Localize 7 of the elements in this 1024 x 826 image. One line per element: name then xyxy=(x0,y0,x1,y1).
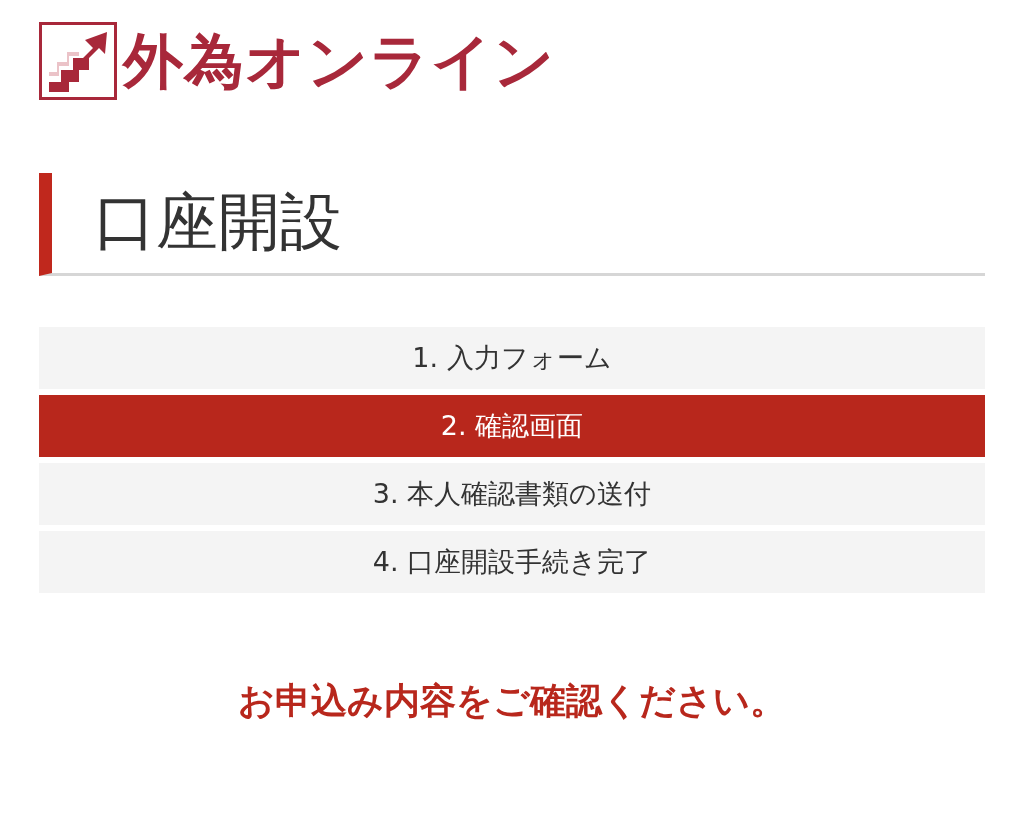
step-item: 1. 入力フォーム xyxy=(39,327,985,389)
step-item: 3. 本人確認書類の送付 xyxy=(39,463,985,525)
logo-text: 外為オンライン xyxy=(123,31,555,91)
page-heading: 口座開設 xyxy=(39,173,985,276)
step-item: 2. 確認画面 xyxy=(39,395,985,457)
confirm-message: お申込み内容をご確認ください。 xyxy=(237,679,787,723)
step-item: 4. 口座開設手続き完了 xyxy=(39,531,985,593)
